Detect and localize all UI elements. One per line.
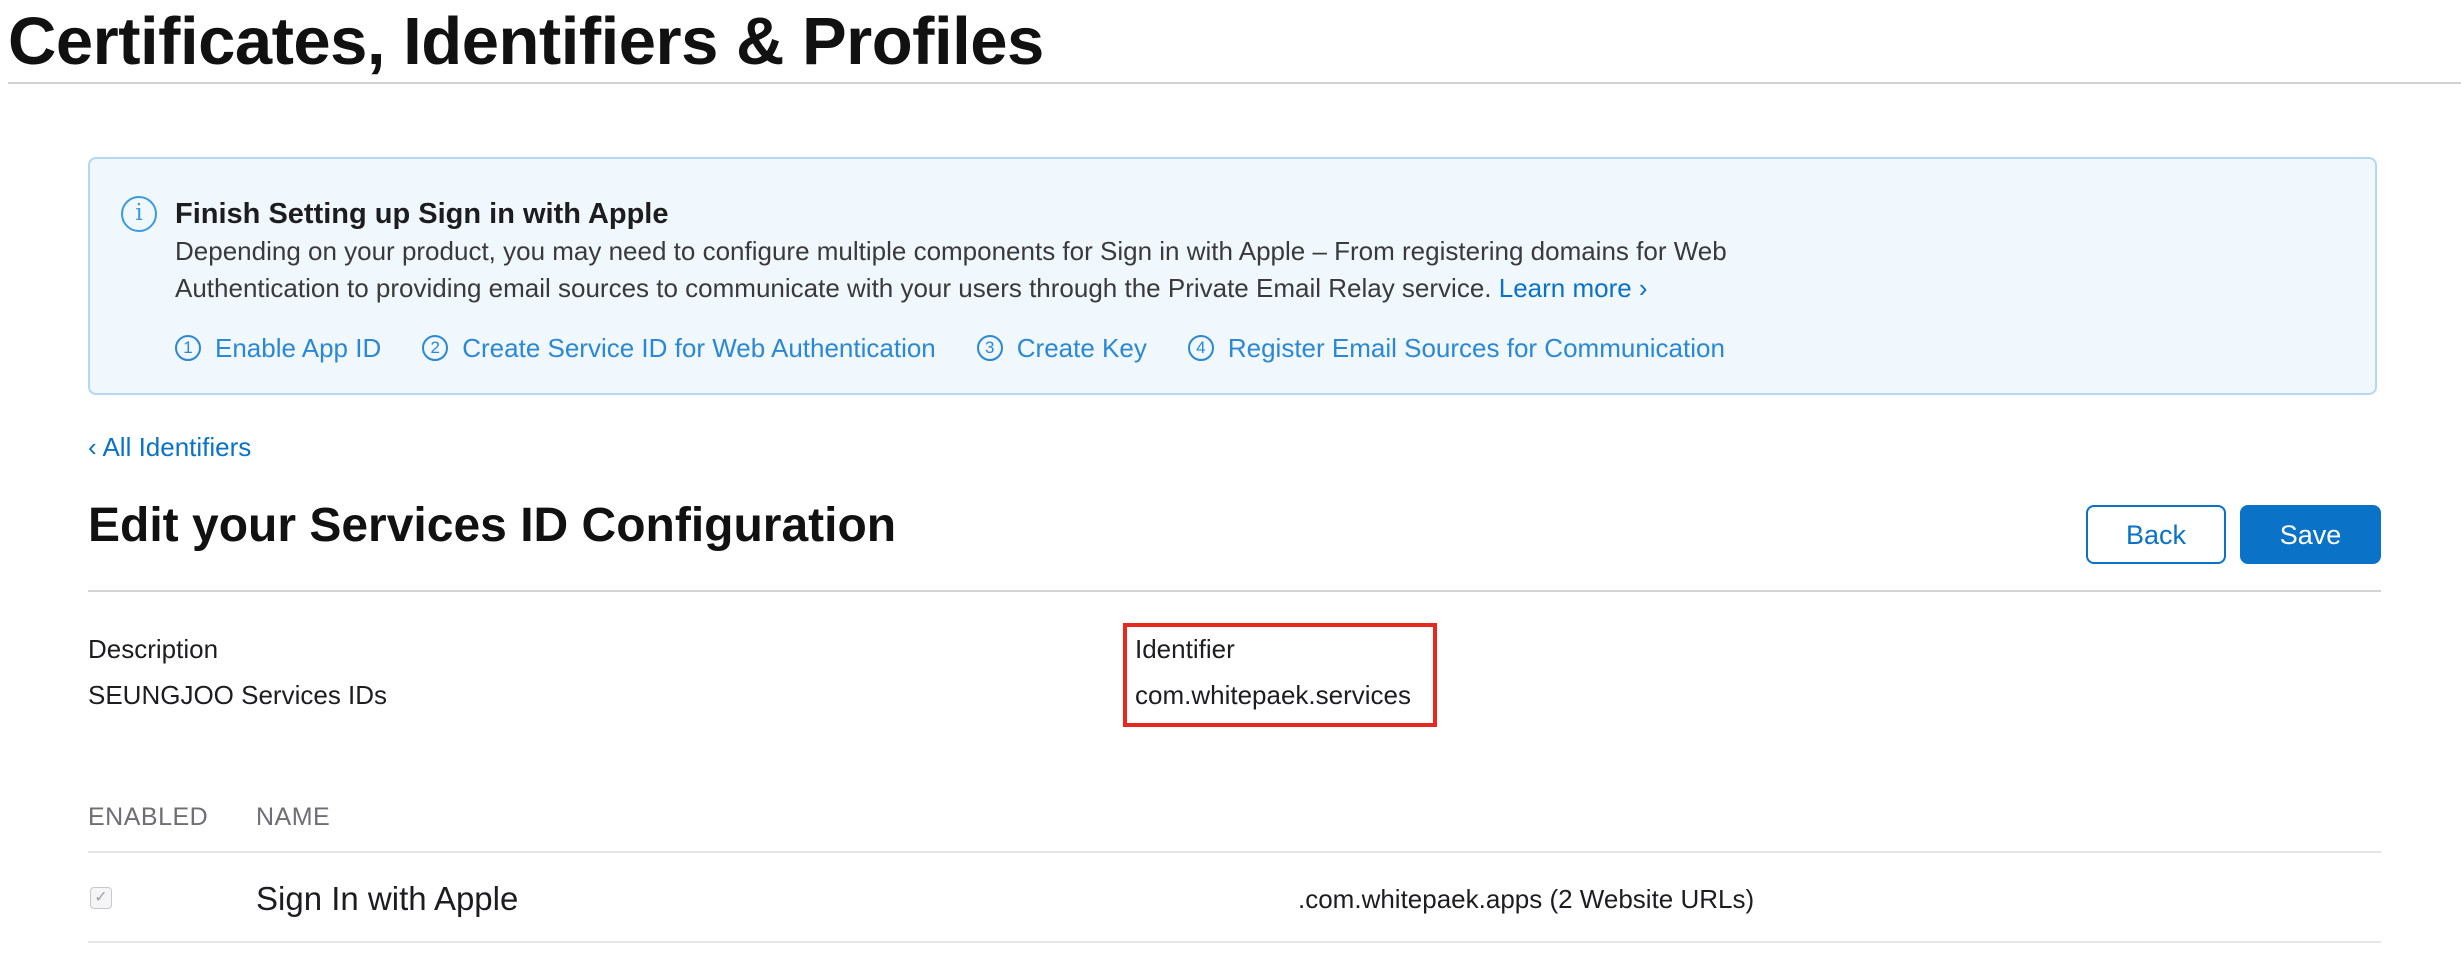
banner-body: Depending on your product, you may need … <box>175 233 1855 307</box>
table-divider <box>88 941 2381 943</box>
step-label: Enable App ID <box>215 333 382 363</box>
capability-detail: .com.whitepaek.apps (2 Website URLs) <box>1298 884 1755 914</box>
back-button[interactable]: Back <box>2086 505 2226 564</box>
table-divider <box>88 851 2381 853</box>
step-number-badge: 1 <box>175 335 201 361</box>
all-identifiers-link[interactable]: ‹ All Identifiers <box>88 429 251 465</box>
learn-more-link[interactable]: Learn more › <box>1499 273 1648 303</box>
column-header-name: NAME <box>256 803 331 831</box>
step-create-key[interactable]: 3 Create Key <box>976 330 1147 366</box>
capability-name: Sign In with Apple <box>256 880 519 917</box>
setup-steps: 1 Enable App ID 2 Create Service ID for … <box>175 330 1766 366</box>
step-number-badge: 4 <box>1187 335 1214 361</box>
setup-banner: i Finish Setting up Sign in with Apple D… <box>88 157 2377 395</box>
step-create-service-id[interactable]: 2 Create Service ID for Web Authenticati… <box>422 330 936 366</box>
description-label: Description <box>88 634 219 664</box>
section-divider <box>88 590 2381 592</box>
step-label: Create Key <box>1016 333 1147 363</box>
page-header: Certificates, Identifiers & Profiles <box>8 0 2461 84</box>
step-register-email-sources[interactable]: 4 Register Email Sources for Communicati… <box>1187 330 1725 366</box>
banner-title: Finish Setting up Sign in with Apple <box>175 198 669 230</box>
identifier-highlight-box <box>1123 623 1437 727</box>
step-label: Register Email Sources for Communication <box>1227 333 1725 363</box>
step-label: Create Service ID for Web Authentication <box>462 333 936 363</box>
info-icon: i <box>121 196 157 232</box>
page-title: Certificates, Identifiers & Profiles <box>8 4 1044 79</box>
section-title: Edit your Services ID Configuration <box>88 499 897 552</box>
step-number-badge: 3 <box>976 335 1003 361</box>
banner-body-text: Depending on your product, you may need … <box>175 236 1727 303</box>
column-header-enabled: ENABLED <box>88 803 209 831</box>
save-button[interactable]: Save <box>2240 505 2381 564</box>
step-enable-app-id[interactable]: 1 Enable App ID <box>175 330 381 366</box>
enabled-checkbox[interactable]: ✓ <box>90 887 112 909</box>
step-number-badge: 2 <box>422 335 449 361</box>
description-value: SEUNGJOO Services IDs <box>88 680 388 710</box>
